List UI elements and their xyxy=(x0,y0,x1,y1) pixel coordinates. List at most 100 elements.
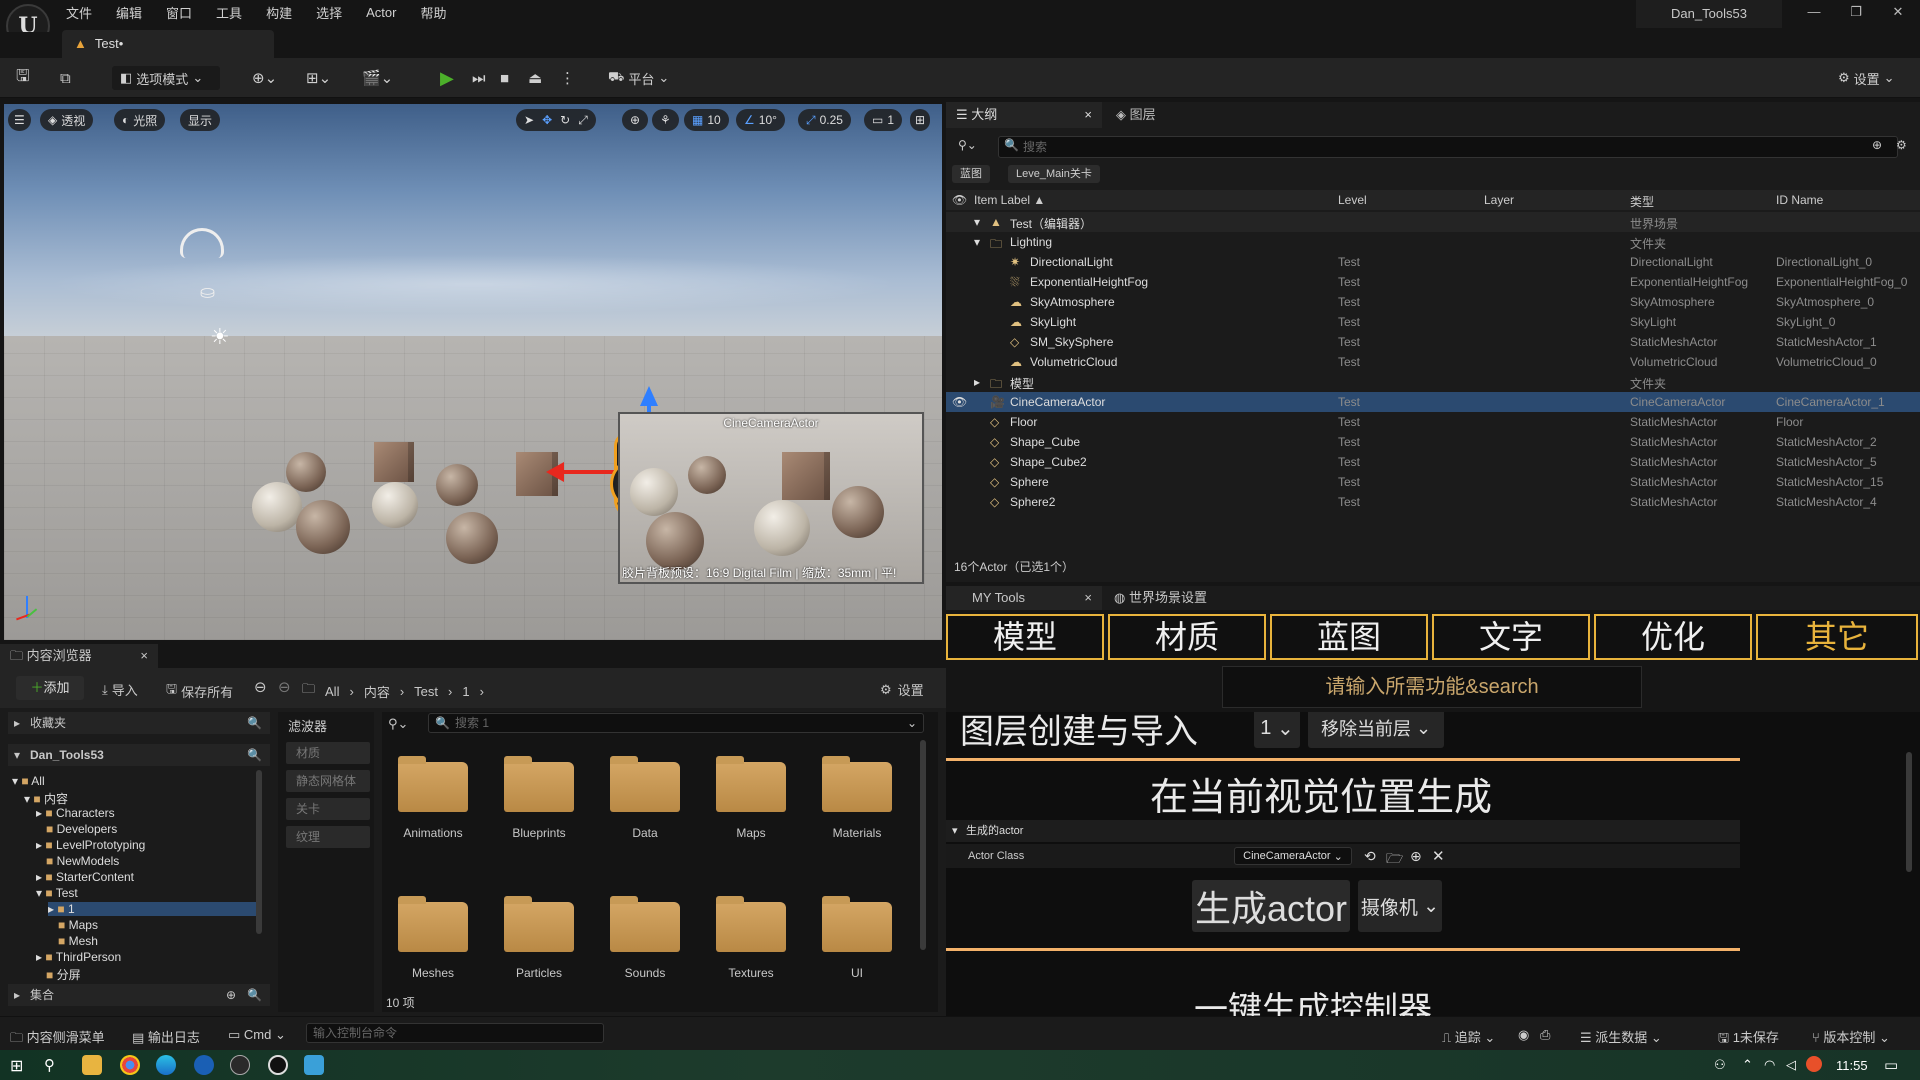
category-material-button[interactable]: 材质 xyxy=(1108,614,1266,660)
add-circle-icon[interactable]: ⊕ xyxy=(1410,848,1422,865)
remove-layer-dropdown[interactable]: 移除当前层 ⌄ xyxy=(1308,712,1444,748)
chevron-right-icon[interactable]: ▸ xyxy=(974,375,980,389)
sphere[interactable] xyxy=(446,512,498,564)
unsaved-button[interactable]: 🖫 1未保存 xyxy=(1718,1027,1779,1051)
world-settings-tab[interactable]: ◍ 世界场景设置 xyxy=(1114,586,1207,610)
add-folder-icon[interactable]: ⊕ xyxy=(1872,138,1882,152)
move-icon[interactable]: ✥ xyxy=(542,113,552,127)
eye-icon[interactable]: 👁 xyxy=(952,193,967,207)
close-icon[interactable]: ✕ xyxy=(1884,4,1912,28)
volume-icon[interactable]: ◁ xyxy=(1786,1057,1796,1073)
more-icon[interactable]: ⋮ xyxy=(560,66,575,90)
gear-icon[interactable]: ⚙ xyxy=(1896,138,1907,152)
asset-folder-icon[interactable] xyxy=(716,756,786,812)
fog-icon[interactable]: ⛀ xyxy=(200,282,215,303)
outliner-row[interactable]: ◇ Sphere2 Test StaticMeshActor StaticMeshAct… xyxy=(946,492,1920,512)
asset-folder-label[interactable]: Maps xyxy=(696,826,806,840)
wifi-icon[interactable]: ◠ xyxy=(1764,1057,1775,1073)
filter-static-mesh[interactable]: 静态网格体 xyxy=(286,770,370,792)
chevron-down-icon[interactable]: ▾ xyxy=(974,235,980,249)
asset-folder-label[interactable]: UI xyxy=(802,966,912,980)
add-circle-icon[interactable]: ⊕ xyxy=(226,984,236,1006)
search-icon[interactable]: 🔍 xyxy=(247,712,262,734)
asset-folder-label[interactable]: Textures xyxy=(696,966,806,980)
category-model-button[interactable]: 模型 xyxy=(946,614,1104,660)
clock[interactable]: 11:55 xyxy=(1836,1058,1868,1073)
tree-folder-item[interactable]: ▸ ■ Characters xyxy=(36,806,115,820)
app-icon[interactable] xyxy=(230,1055,250,1075)
menu-select[interactable]: 选择 xyxy=(316,3,342,22)
chevron-right-icon[interactable]: ▸ xyxy=(36,950,42,964)
record-icon[interactable]: ◉ xyxy=(1518,1027,1529,1043)
console-input[interactable]: 输入控制台命令 xyxy=(306,1023,604,1043)
outliner-row[interactable]: ▾ 🗀 Lighting 文件夹 xyxy=(946,232,1920,252)
layout-icon[interactable]: ⊞ xyxy=(910,109,931,131)
filter-material[interactable]: 材质 xyxy=(286,742,370,764)
outliner-row[interactable]: ◇ Sphere Test StaticMeshActor StaticMeshActo… xyxy=(946,472,1920,492)
tray-app-icon[interactable] xyxy=(1806,1056,1822,1072)
outliner-row[interactable]: ☁ SkyAtmosphere Test SkyAtmosphere SkyAtmosp… xyxy=(946,292,1920,312)
chrome-icon[interactable] xyxy=(120,1055,140,1075)
tree-folder-item[interactable]: ▾ ■ 内容 xyxy=(24,790,68,807)
search-icon[interactable]: ⚲ xyxy=(44,1056,55,1074)
lighting-button[interactable]: ◐ 光照 xyxy=(114,109,166,131)
mytools-tab[interactable]: MY Tools × xyxy=(946,586,1102,610)
filter-texture[interactable]: 纹理 xyxy=(286,826,370,848)
category-other-button[interactable]: 其它 xyxy=(1756,614,1918,660)
windows-start-icon[interactable]: ⊞ xyxy=(10,1056,23,1076)
grid-snap[interactable]: ▦ 10 xyxy=(684,109,729,131)
outliner-row[interactable]: ◇ Shape_Cube2 Test StaticMeshActor StaticMes… xyxy=(946,452,1920,472)
stop-icon[interactable]: ■ xyxy=(500,66,509,90)
filter-icon[interactable]: ⚲⌄ xyxy=(388,716,408,732)
col-type[interactable]: 类型 xyxy=(1630,193,1654,210)
sphere[interactable] xyxy=(372,482,418,528)
asset-search-input[interactable]: 搜索 1 🔍 ⌄ xyxy=(428,713,924,733)
project-header[interactable]: ▾ Dan_Tools53 🔍 xyxy=(8,744,270,766)
menu-help[interactable]: 帮助 xyxy=(420,3,446,22)
filter-chip-level[interactable]: Leve_Main关卡 xyxy=(1008,165,1100,183)
chevron-right-icon[interactable]: ▸ xyxy=(36,870,42,884)
asset-folder-label[interactable]: Data xyxy=(590,826,700,840)
tree-folder-item[interactable]: ▾ ■ Test xyxy=(36,886,78,900)
menu-build[interactable]: 构建 xyxy=(266,3,292,22)
cmd-dropdown[interactable]: ▭ Cmd ⌄ xyxy=(228,1027,286,1043)
cb-settings-button[interactable]: ⚙ 设置 xyxy=(880,680,924,699)
scale-snap[interactable]: ⤢ 0.25 xyxy=(798,109,851,131)
content-icon[interactable]: ⧉ xyxy=(60,66,71,90)
settings-button[interactable]: ⚙ 设置 ⌄ xyxy=(1838,66,1895,90)
actor-class-dropdown[interactable]: CineCameraActor ⌄ xyxy=(1234,847,1352,865)
network-icon[interactable]: ⚇ xyxy=(1714,1057,1726,1073)
level-tab[interactable]: ▲ Test• xyxy=(62,30,274,58)
cinematics-icon[interactable]: 🎬⌄ xyxy=(362,66,393,90)
trace-button[interactable]: ⎍ 追踪 ⌄ xyxy=(1442,1027,1495,1046)
chevron-down-icon[interactable]: ▾ xyxy=(974,215,980,229)
chevron-up-icon[interactable]: ⌃ xyxy=(1742,1057,1753,1073)
outliner-row[interactable]: 👁 🎥 CineCameraActor Test CineCameraActor Cine… xyxy=(946,392,1920,412)
minimize-icon[interactable]: — xyxy=(1800,4,1828,28)
chevron-right-icon[interactable]: ▸ xyxy=(36,838,42,852)
outliner-row[interactable]: ☁ SkyLight Test SkyLight SkyLight_0 xyxy=(946,312,1920,332)
derived-data-button[interactable]: ☰ 派生数据 ⌄ xyxy=(1580,1027,1662,1046)
gizmo-z-arrow[interactable] xyxy=(640,386,658,406)
eject-icon[interactable]: ⏏ xyxy=(528,66,542,90)
asset-folder-icon[interactable] xyxy=(610,756,680,812)
spawn-actor-button[interactable]: 生成actor xyxy=(1192,880,1350,932)
asset-folder-label[interactable]: Particles xyxy=(484,966,594,980)
close-icon[interactable]: × xyxy=(140,644,148,668)
forward-icon[interactable]: ⊖ xyxy=(278,678,291,696)
eye-icon[interactable]: 👁 xyxy=(952,395,967,409)
layer-number-dropdown[interactable]: 1 ⌄ xyxy=(1254,712,1300,748)
asset-folder-icon[interactable] xyxy=(610,896,680,952)
outliner-row[interactable]: ▸ 🗀 模型 文件夹 xyxy=(946,372,1920,392)
tree-folder-item[interactable]: ▾ ■ All xyxy=(12,774,45,788)
asset-folder-icon[interactable] xyxy=(398,756,468,812)
outliner-row[interactable]: ◇ SM_SkySphere Test StaticMeshActor StaticMe… xyxy=(946,332,1920,352)
menu-actor[interactable]: Actor xyxy=(366,5,396,20)
browse-back-icon[interactable]: ⟲ xyxy=(1364,848,1376,865)
content-drawer-button[interactable]: 🗀 内容侧滑菜单 xyxy=(10,1027,105,1051)
sphere[interactable] xyxy=(252,482,302,532)
back-icon[interactable]: ⊖ xyxy=(254,678,267,696)
add-button[interactable]: ＋添加 xyxy=(16,676,84,700)
favorites-header[interactable]: ▸ 收藏夹 🔍 xyxy=(8,712,270,734)
directional-light-icon[interactable]: ☀ xyxy=(210,324,230,350)
